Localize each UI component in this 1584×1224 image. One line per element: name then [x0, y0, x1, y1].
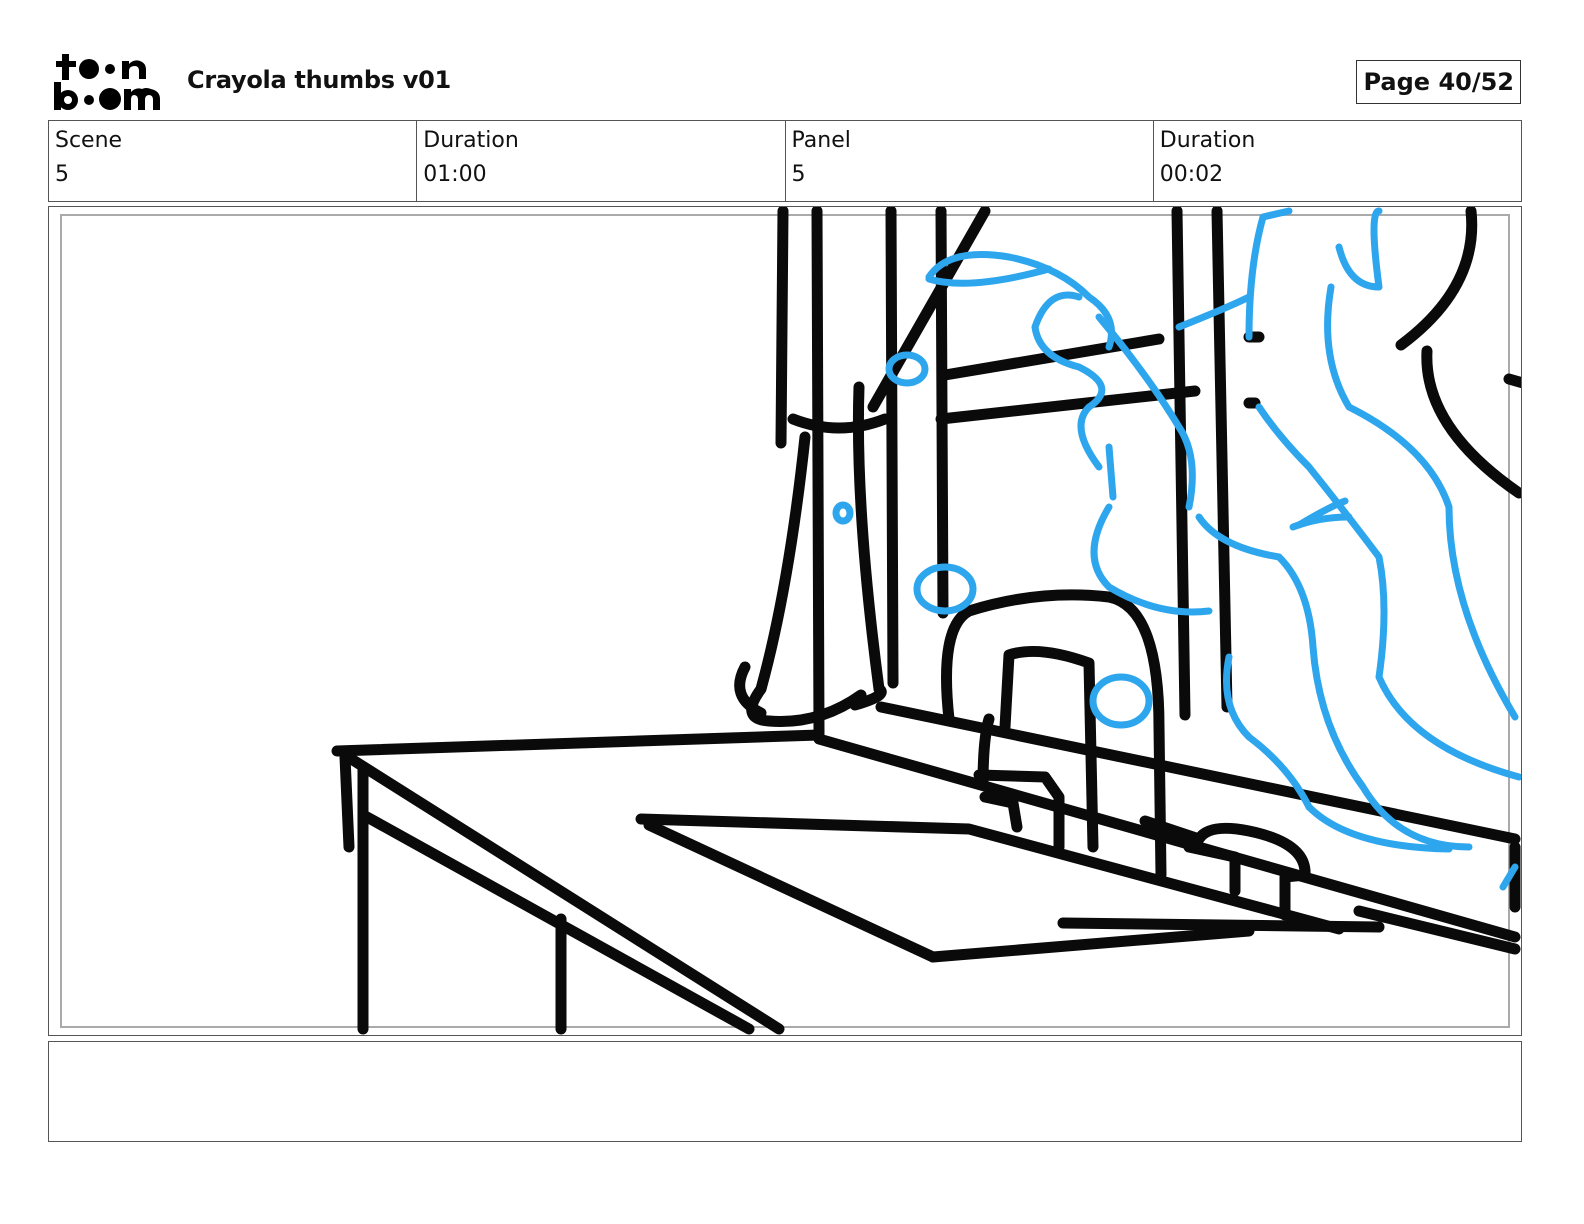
scene-cell: Scene 5: [49, 121, 418, 201]
panel-duration-label: Duration: [1159, 128, 1256, 153]
scene-info-table: Scene 5 Duration 01:00 Panel 5 Duration …: [48, 120, 1522, 202]
panel-label: Panel: [791, 128, 851, 153]
storyboard-panel: [48, 206, 1522, 1036]
panel-duration-cell: Duration 00:02: [1154, 121, 1521, 201]
panel-duration-value: 00:02: [1159, 162, 1224, 187]
scene-duration-cell: Duration 01:00: [417, 121, 786, 201]
panel-notes-box: [48, 1041, 1522, 1142]
document-title: Crayola thumbs v01: [187, 66, 451, 94]
toon-boom-logo: [54, 54, 160, 110]
scene-duration-label: Duration: [423, 128, 519, 153]
ink-lines: [331, 207, 1521, 1035]
panel-cell: Panel 5: [786, 121, 1154, 201]
scene-value: 5: [55, 162, 69, 187]
page-number: Page 40/52: [1356, 60, 1521, 104]
scene-duration-value: 01:00: [423, 162, 487, 187]
scene-label: Scene: [55, 128, 123, 153]
panel-value: 5: [791, 162, 806, 187]
panel-sketch: [60, 207, 1521, 1035]
